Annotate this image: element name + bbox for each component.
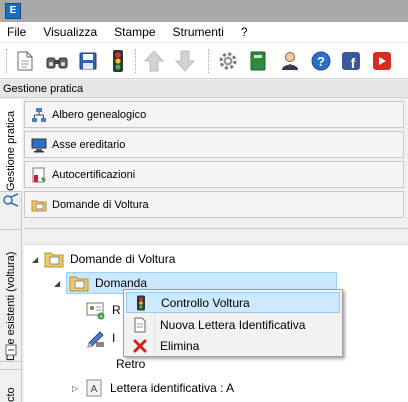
section-title: Gestione pratica [0, 80, 408, 98]
arrow-down-icon[interactable] [173, 49, 197, 73]
toolbar-separator [135, 49, 136, 73]
family-tree-icon [31, 107, 47, 123]
facebook-icon[interactable]: f [339, 49, 363, 73]
document-icon [126, 317, 154, 333]
collapse-icon[interactable] [0, 344, 22, 358]
svg-text:A: A [91, 384, 98, 395]
panel-autocertificazioni[interactable]: Autocertificazioni [24, 161, 404, 188]
tree-item-label: Domande di Voltura [70, 252, 176, 266]
menu-item-label: Elimina [160, 338, 200, 353]
panel-domande-di-voltura[interactable]: Domande di Voltura [24, 191, 404, 218]
book-icon[interactable] [246, 49, 270, 73]
tree-item-label: Domanda [95, 276, 148, 290]
new-document-icon[interactable] [13, 49, 37, 73]
tree-item-r[interactable]: + R [86, 299, 121, 321]
svg-text:+: + [99, 314, 103, 321]
tab-ditte-esistenti[interactable]: Ditte esistenti (voltura) [0, 229, 22, 362]
tree-item-lettera[interactable]: ▷ A Lettera identificativa : A [72, 377, 234, 399]
traffic-light-icon [127, 295, 155, 311]
folder-icon [31, 197, 47, 213]
panel-asse-ereditario[interactable]: Asse ereditario [24, 131, 404, 158]
toolbar-separator [208, 49, 209, 73]
panel-autocertificazioni-label: Autocertificazioni [52, 168, 136, 181]
menu-item-controllo-voltura[interactable]: Controllo Voltura [126, 292, 340, 313]
expand-arrow-icon[interactable]: ◢ [54, 279, 66, 288]
find-icon[interactable] [45, 49, 69, 73]
tab-gestione-pratica-label: Gestione pratica [5, 110, 17, 191]
youtube-icon[interactable] [370, 49, 394, 73]
menu-item-elimina[interactable]: Elimina [126, 335, 340, 356]
tab-bottom[interactable]: cto [0, 369, 22, 402]
content-tab-strip [24, 229, 408, 245]
toolbar: ? f [0, 43, 408, 79]
menu-help[interactable]: ? [241, 25, 248, 39]
traffic-light-icon[interactable] [106, 49, 130, 73]
tree-item-i[interactable]: I [86, 327, 115, 349]
vertical-tab-strip: Gestione pratica Ditte esistenti (voltur… [0, 99, 22, 402]
letter-icon: A [84, 378, 104, 398]
tab-bottom-label: cto [5, 387, 17, 402]
menu-stampe[interactable]: Stampe [114, 25, 155, 39]
tree-item-label: Retro [116, 357, 146, 371]
menu-item-label: Nuova Lettera Identificativa [160, 317, 306, 332]
title-bar: E [0, 0, 408, 22]
folder-icon [69, 273, 89, 293]
save-icon[interactable] [76, 49, 100, 73]
menu-file[interactable]: File [7, 25, 26, 39]
app-icon: E [5, 3, 21, 19]
tree-item-label: Lettera identificativa : A [110, 381, 235, 395]
tree-item-label: I [112, 331, 116, 345]
svg-text:f: f [351, 55, 356, 70]
menu-item-nuova-lettera[interactable]: Nuova Lettera Identificativa [126, 314, 340, 335]
menu-strumenti[interactable]: Strumenti [173, 25, 224, 39]
menu-item-label: Controllo Voltura [161, 295, 250, 310]
folder-icon [44, 249, 64, 269]
toolbar-separator [6, 49, 7, 73]
expand-arrow-icon[interactable]: ▷ [72, 384, 84, 393]
svg-text:?: ? [317, 54, 325, 69]
pencil-icon [86, 328, 106, 348]
expand-arrow-icon[interactable]: ◢ [32, 255, 44, 264]
help-icon[interactable]: ? [309, 49, 333, 73]
menu-visualizza[interactable]: Visualizza [43, 25, 97, 39]
computer-icon [31, 137, 47, 153]
user-icon[interactable] [278, 49, 302, 73]
menu-bar: File Visualizza Stampe Strumenti ? [0, 22, 408, 42]
panel-domande-di-voltura-label: Domande di Voltura [52, 198, 149, 211]
gear-icon[interactable] [216, 49, 240, 73]
arrow-up-icon[interactable] [142, 49, 166, 73]
panel-albero-genealogico-label: Albero genealogico [52, 108, 147, 121]
id-card-icon: + [86, 300, 106, 320]
panel-asse-ereditario-label: Asse ereditario [52, 138, 126, 151]
tree-item-domande-di-voltura[interactable]: ◢ Domande di Voltura [32, 248, 175, 270]
context-menu: Controllo Voltura Nuova Lettera Identifi… [123, 289, 343, 357]
delete-icon [126, 339, 154, 353]
pin-icon[interactable] [0, 193, 22, 209]
tree-item-label: R [112, 303, 121, 317]
tab-gestione-pratica[interactable]: Gestione pratica [0, 99, 22, 192]
panel-albero-genealogico[interactable]: Albero genealogico [24, 101, 404, 128]
certificate-icon [31, 167, 47, 183]
